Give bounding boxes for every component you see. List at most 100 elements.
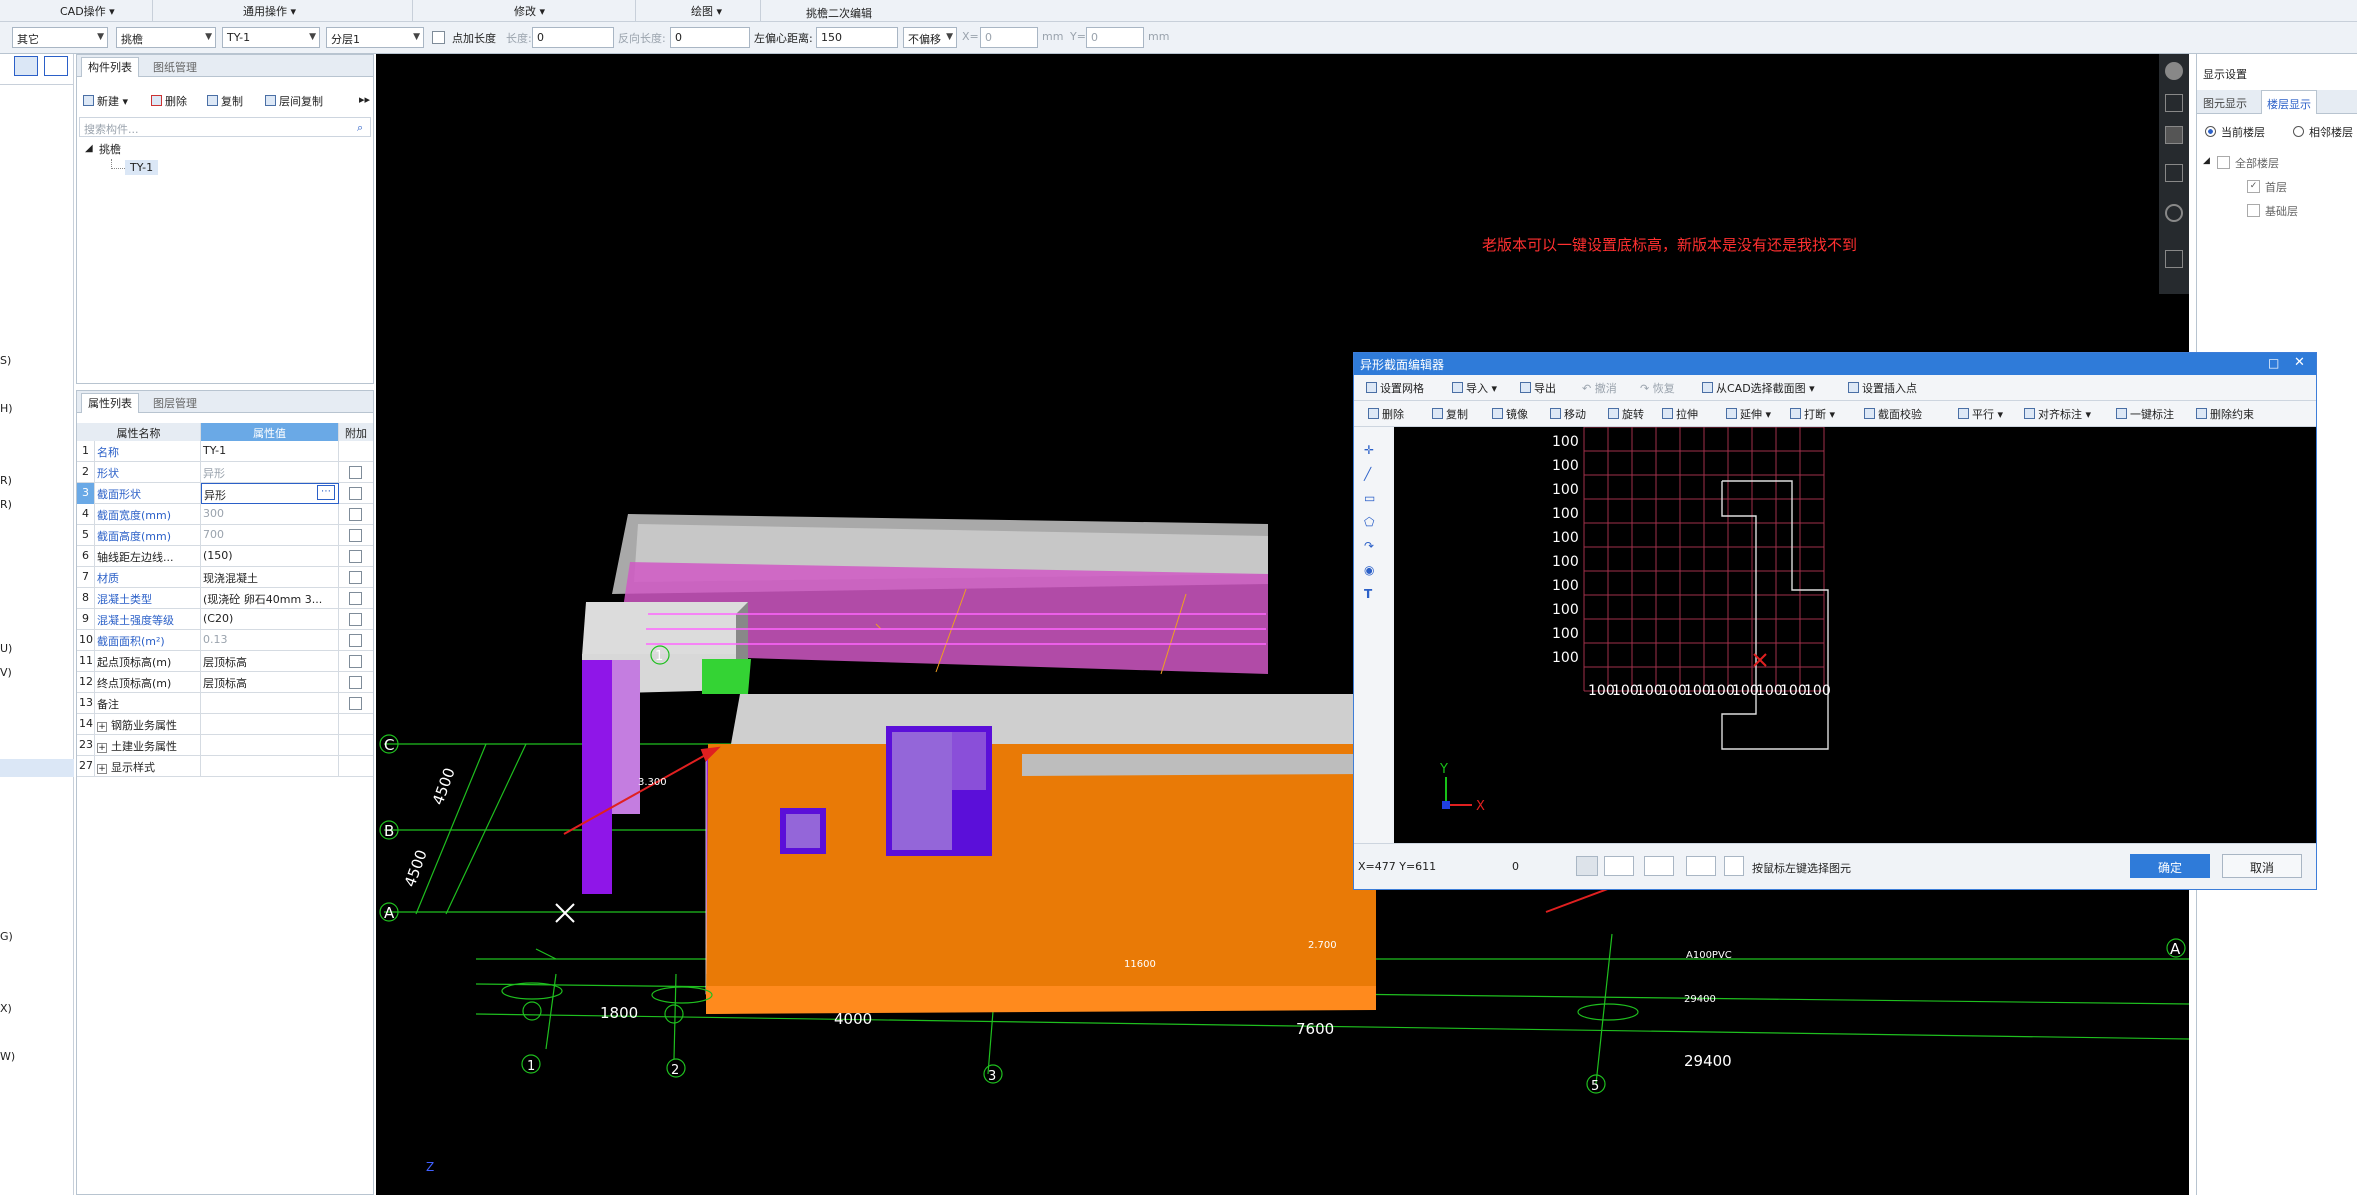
extra-checkbox[interactable]: [349, 550, 362, 563]
property-value[interactable]: 现浇混凝土: [201, 567, 339, 588]
grid-view-icon[interactable]: [44, 56, 68, 76]
tree-item-ty1[interactable]: TY-1: [125, 160, 159, 175]
break-button[interactable]: 打断 ▾: [1790, 406, 1835, 422]
extra-checkbox[interactable]: [349, 634, 362, 647]
delete-constraint-button[interactable]: 删除约束: [2196, 406, 2254, 422]
property-value[interactable]: 层顶标高: [201, 651, 339, 672]
first-floor-checkbox[interactable]: ✓: [2247, 180, 2260, 193]
rect-tool-icon[interactable]: ▭: [1364, 491, 1375, 505]
property-value[interactable]: TY-1: [201, 441, 339, 462]
nav-item-label[interactable]: R): [0, 474, 12, 487]
nav-item-selected[interactable]: [0, 759, 74, 777]
property-value[interactable]: (现浇砼 卵石40mm 3...: [201, 588, 339, 609]
extend-button[interactable]: 延伸 ▾: [1726, 406, 1771, 422]
radio-adjacent-floor[interactable]: [2293, 126, 2304, 137]
component-select[interactable]: TY-1 ▼: [222, 27, 320, 48]
mirror-button[interactable]: 镜像: [1492, 406, 1528, 422]
floor-copy-button[interactable]: 层间复制: [265, 93, 323, 109]
property-row[interactable]: 9 混凝土强度等级 (C20): [77, 609, 373, 630]
nav-item-label[interactable]: V): [0, 666, 12, 679]
property-row[interactable]: 8 混凝土类型 (现浇砼 卵石40mm 3...: [77, 588, 373, 609]
property-row[interactable]: 3 截面形状 异形 ⋯: [77, 483, 373, 504]
property-row[interactable]: 27 + 显示样式: [77, 756, 373, 777]
point-length-checkbox[interactable]: [432, 31, 445, 44]
property-value[interactable]: [201, 693, 339, 714]
property-value[interactable]: [201, 735, 339, 756]
section-drawing-area[interactable]: Y X 100 100 100 100 100 100 100 100 100 100 100 10…: [1394, 426, 2316, 843]
close-icon[interactable]: ✕: [2294, 355, 2305, 370]
more-icon[interactable]: ▸▸: [359, 93, 370, 106]
type-select[interactable]: 其它 ▼: [12, 27, 108, 48]
ellipsis-button[interactable]: ⋯: [317, 485, 335, 500]
property-value[interactable]: [201, 756, 339, 777]
extra-checkbox[interactable]: [349, 613, 362, 626]
export-button[interactable]: 导出: [1520, 380, 1556, 396]
text-tool-icon[interactable]: T: [1364, 587, 1372, 601]
line-tool-icon[interactable]: ╱: [1364, 467, 1371, 481]
extra-checkbox[interactable]: [349, 697, 362, 710]
tab-component-list[interactable]: 构件列表: [81, 57, 139, 77]
extra-checkbox[interactable]: [349, 529, 362, 542]
grid-toggle-icon[interactable]: [2165, 250, 2183, 268]
rotate-view-icon[interactable]: [2165, 204, 2183, 222]
ok-button[interactable]: 确定: [2130, 854, 2210, 878]
one-key-dimension-button[interactable]: 一键标注: [2116, 406, 2174, 422]
nav-item-label[interactable]: S): [0, 354, 11, 367]
extra-checkbox[interactable]: [349, 571, 362, 584]
property-row[interactable]: 13 备注: [77, 693, 373, 714]
list-view-icon[interactable]: [14, 56, 38, 76]
move-button[interactable]: 移动: [1550, 406, 1586, 422]
copy-button[interactable]: 复制: [1432, 406, 1468, 422]
import-button[interactable]: 导入 ▾: [1452, 380, 1497, 396]
tab-drawing-manage[interactable]: 图纸管理: [147, 58, 203, 76]
delete-button[interactable]: 删除: [151, 93, 187, 109]
point-tool-icon[interactable]: ✛: [1364, 443, 1374, 457]
property-row[interactable]: 6 轴线距左边线... (150): [77, 546, 373, 567]
tree-collapse-icon[interactable]: ◢: [85, 143, 93, 154]
nav-item-label[interactable]: U): [0, 642, 12, 655]
nav-item-label[interactable]: X): [0, 1002, 12, 1015]
nav-item-label[interactable]: R): [0, 498, 12, 511]
cancel-button[interactable]: 取消: [2222, 854, 2302, 878]
ribbon-group-common[interactable]: 通用操作 ▾: [243, 3, 296, 19]
search-icon[interactable]: ⌕: [357, 121, 363, 135]
ribbon-group-cornice-edit[interactable]: 挑檐二次编辑: [806, 5, 872, 21]
ortho-toggle-icon[interactable]: [1576, 856, 1598, 876]
dim-style-icon[interactable]: [1644, 856, 1674, 876]
stretch-button[interactable]: 拉伸: [1662, 406, 1698, 422]
property-row[interactable]: 11 起点顶标高(m) 层顶标高: [77, 651, 373, 672]
extra-checkbox[interactable]: [349, 487, 362, 500]
tree-collapse-icon[interactable]: ◢: [2203, 156, 2210, 166]
tab-floor-display[interactable]: 楼层显示: [2261, 90, 2317, 114]
orbit-icon[interactable]: [2165, 62, 2183, 80]
property-row[interactable]: 12 终点顶标高(m) 层顶标高: [77, 672, 373, 693]
extra-checkbox[interactable]: [349, 508, 362, 521]
property-row[interactable]: 23 + 土建业务属性: [77, 735, 373, 756]
extra-checkbox[interactable]: [349, 466, 362, 479]
expand-icon[interactable]: +: [97, 722, 107, 732]
property-row[interactable]: 7 材质 现浇混凝土: [77, 567, 373, 588]
select-from-cad-button[interactable]: 从CAD选择截面图 ▾: [1702, 380, 1815, 396]
redo-button[interactable]: ↷ 恢复: [1640, 380, 1675, 396]
copy-button[interactable]: 复制: [207, 93, 243, 109]
tab-element-display[interactable]: 图元显示: [2203, 95, 2247, 111]
layer-select[interactable]: 分层1 ▼: [326, 27, 424, 48]
maximize-icon[interactable]: □: [2268, 356, 2279, 370]
set-insert-point-button[interactable]: 设置插入点: [1848, 380, 1917, 396]
property-row[interactable]: 5 截面高度(mm) 700: [77, 525, 373, 546]
radio-current-floor[interactable]: [2205, 126, 2216, 137]
select-mode-icon[interactable]: [1724, 856, 1744, 876]
expand-icon[interactable]: +: [97, 743, 107, 753]
property-row[interactable]: 2 形状 异形: [77, 462, 373, 483]
left-offset-input[interactable]: 150: [816, 27, 898, 48]
offset-mode-select[interactable]: 不偏移 ▼: [903, 27, 957, 48]
x-input[interactable]: 0: [980, 27, 1038, 48]
arc-tool-icon[interactable]: ↷: [1364, 539, 1374, 553]
property-row[interactable]: 1 名称 TY-1: [77, 441, 373, 462]
view-3d-icon[interactable]: [2165, 126, 2183, 144]
property-row[interactable]: 14 + 钢筋业务属性: [77, 714, 373, 735]
nav-item-label[interactable]: W): [0, 1050, 15, 1063]
property-value[interactable]: (150): [201, 546, 339, 567]
ribbon-group-cad[interactable]: CAD操作 ▾: [60, 3, 115, 19]
reverse-length-input[interactable]: 0: [670, 27, 750, 48]
